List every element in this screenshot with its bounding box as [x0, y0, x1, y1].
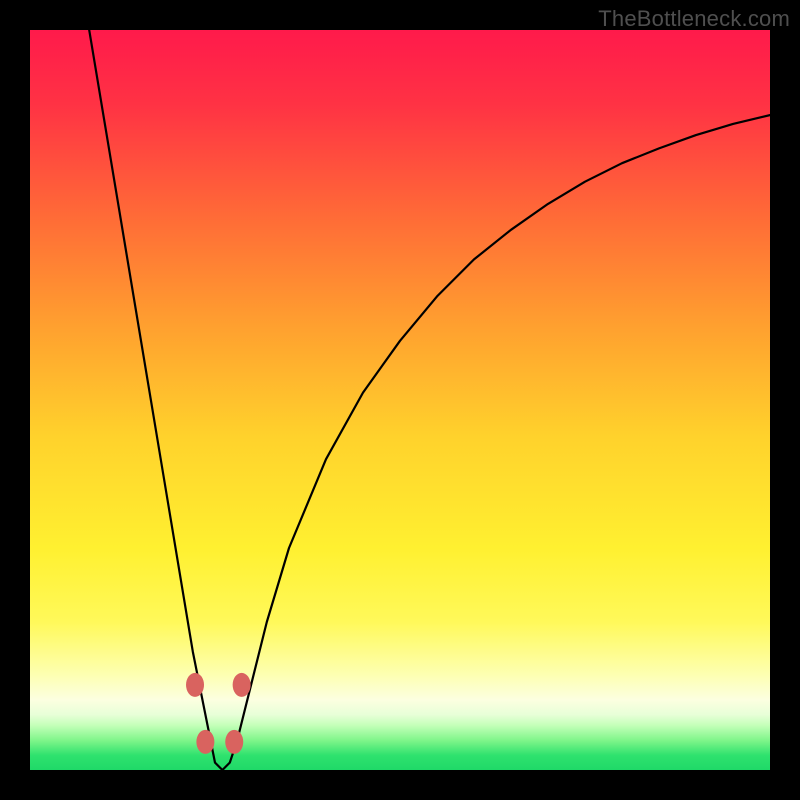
chart-background	[30, 30, 770, 770]
curve-marker	[186, 673, 204, 697]
curve-marker	[196, 730, 214, 754]
bottleneck-chart	[30, 30, 770, 770]
watermark-text: TheBottleneck.com	[598, 6, 790, 32]
curve-marker	[225, 730, 243, 754]
curve-marker	[233, 673, 251, 697]
chart-frame	[30, 30, 770, 770]
